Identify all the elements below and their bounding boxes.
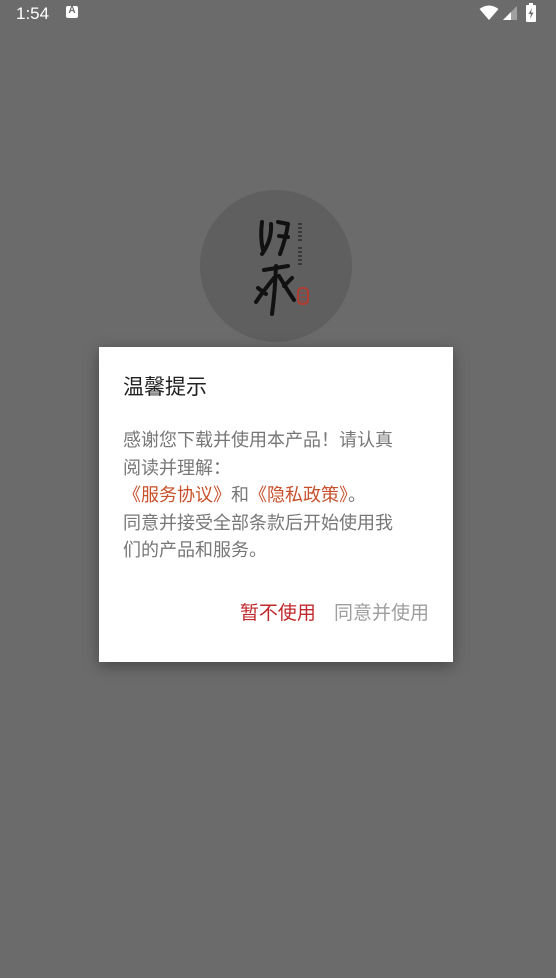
- service-agreement-link[interactable]: 《服务协议》: [123, 485, 231, 506]
- dialog-body-line-5: 们的产品和服务。: [123, 540, 267, 561]
- dialog-body-line-1: 感谢您下载并使用本产品！请认真: [123, 430, 393, 451]
- status-time: 1:54: [16, 4, 50, 23]
- conjunction-text: 和: [231, 485, 249, 506]
- signal-icon: [503, 6, 517, 20]
- notification-a-letter: A: [68, 5, 76, 16]
- wifi-icon: [479, 5, 499, 20]
- accept-button[interactable]: 同意并使用: [334, 600, 429, 626]
- notification-a-icon: A: [66, 5, 78, 18]
- privacy-dialog: 温馨提示 感谢您下载并使用本产品！请认真 阅读并理解： 《服务协议》和《隐私政策…: [99, 347, 453, 662]
- period-text: 。: [348, 485, 366, 506]
- dialog-body-line-4: 同意并接受全部条款后开始使用我: [123, 512, 393, 534]
- app-logo: [200, 190, 352, 342]
- app-logo-calligraphy-icon: [254, 220, 309, 316]
- dialog-actions: 暂不使用 同意并使用: [240, 600, 429, 626]
- status-bar: 1:54 A: [0, 0, 556, 28]
- decline-button[interactable]: 暂不使用: [240, 600, 316, 626]
- dialog-title: 温馨提示: [123, 375, 207, 399]
- dialog-body-links-line: 《服务协议》和《隐私政策》。: [123, 482, 431, 510]
- battery-icon: [526, 3, 536, 22]
- dialog-body-line-2: 阅读并理解：: [123, 457, 231, 479]
- dialog-body: 感谢您下载并使用本产品！请认真 阅读并理解： 《服务协议》和《隐私政策》。 同意…: [123, 427, 431, 565]
- privacy-policy-link[interactable]: 《隐私政策》: [249, 485, 348, 506]
